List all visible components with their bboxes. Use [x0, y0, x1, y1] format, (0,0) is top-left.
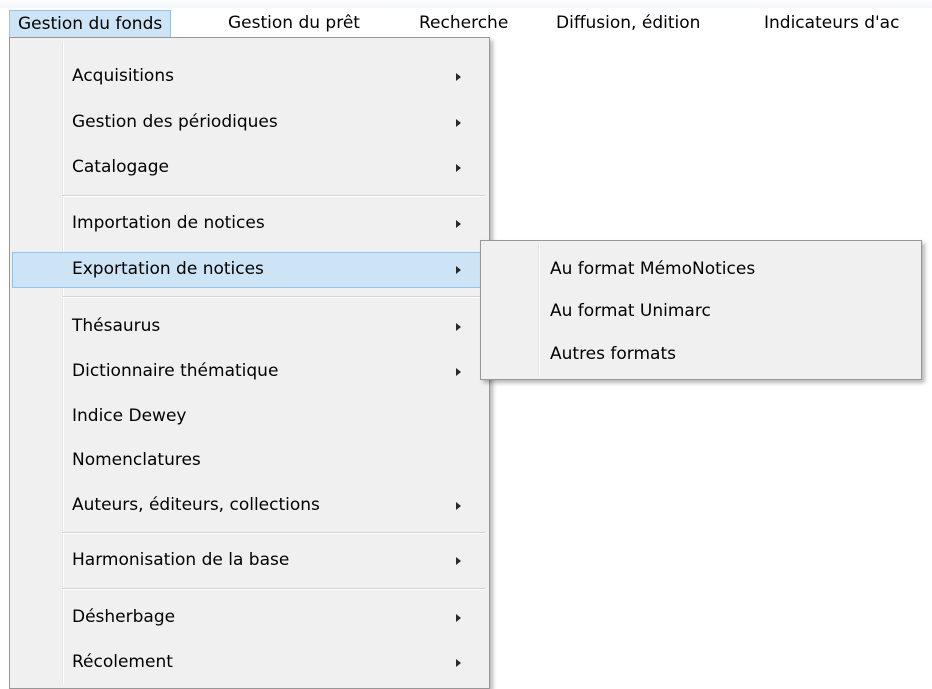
- menu-item-thesaurus[interactable]: Thésaurus: [12, 309, 487, 345]
- menu-item-label: Nomenclatures: [72, 450, 201, 470]
- menu-item-label: Exportation de notices: [72, 259, 264, 279]
- menu-item-label: Importation de notices: [72, 213, 265, 233]
- menu-item-acquisitions[interactable]: Acquisitions: [12, 59, 487, 95]
- menu-item-auteurs-editeurs-collections[interactable]: Auteurs, éditeurs, collections: [12, 488, 487, 524]
- menu-indicateurs[interactable]: Indicateurs d'ac: [755, 10, 908, 37]
- submenu-item-autres-formats[interactable]: Autres formats: [483, 337, 919, 373]
- menu-separator: [62, 195, 485, 197]
- menu-separator: [62, 532, 485, 534]
- menu-gestion-du-pret[interactable]: Gestion du prêt: [219, 10, 369, 37]
- menu-item-gestion-des-periodiques[interactable]: Gestion des périodiques: [12, 105, 487, 141]
- menu-item-exportation-de-notices[interactable]: Exportation de notices: [12, 252, 487, 288]
- menu-item-harmonisation-de-la-base[interactable]: Harmonisation de la base: [12, 543, 487, 579]
- menu-item-label: Désherbage: [72, 607, 176, 627]
- menu-item-label: Acquisitions: [72, 66, 174, 86]
- menu-item-label: Dictionnaire thématique: [72, 361, 279, 381]
- chevron-right-icon: [456, 266, 461, 274]
- chevron-right-icon: [456, 119, 461, 127]
- menu-item-desherbage[interactable]: Désherbage: [12, 600, 487, 636]
- menu-item-label: Récolement: [72, 652, 173, 672]
- menu-item-label: Catalogage: [72, 157, 169, 177]
- menu-separator: [62, 588, 485, 590]
- menu-separator: [62, 296, 485, 298]
- menu-item-dictionnaire-thematique[interactable]: Dictionnaire thématique: [12, 354, 487, 390]
- submenu-item-label: Autres formats: [550, 344, 676, 364]
- exportation-submenu: Au format MémoNotices Au format Unimarc …: [480, 240, 922, 380]
- menu-item-importation-de-notices[interactable]: Importation de notices: [12, 206, 487, 242]
- menu-diffusion-edition[interactable]: Diffusion, édition: [547, 10, 709, 37]
- menu-item-label: Gestion des périodiques: [72, 112, 278, 132]
- chevron-right-icon: [456, 502, 461, 510]
- chevron-right-icon: [456, 614, 461, 622]
- chevron-right-icon: [456, 164, 461, 172]
- menu-item-nomenclatures[interactable]: Nomenclatures: [12, 443, 487, 479]
- menu-item-label: Auteurs, éditeurs, collections: [72, 495, 320, 515]
- menu-bar: Gestion du fonds Gestion du prêt Recherc…: [0, 0, 932, 37]
- chevron-right-icon: [456, 73, 461, 81]
- menu-item-label: Harmonisation de la base: [72, 550, 290, 570]
- chevron-right-icon: [456, 220, 461, 228]
- chevron-right-icon: [456, 557, 461, 565]
- gestion-du-fonds-menu: Acquisitions Gestion des périodiques Cat…: [9, 37, 490, 689]
- submenu-item-label: Au format Unimarc: [550, 301, 711, 321]
- chevron-right-icon: [456, 368, 461, 376]
- menu-item-label: Indice Dewey: [72, 406, 187, 426]
- menu-gestion-du-fonds[interactable]: Gestion du fonds: [9, 10, 172, 37]
- menu-recherche[interactable]: Recherche: [410, 10, 517, 37]
- chevron-right-icon: [456, 323, 461, 331]
- submenu-item-format-unimarc[interactable]: Au format Unimarc: [483, 294, 919, 330]
- chevron-right-icon: [456, 659, 461, 667]
- submenu-item-label: Au format MémoNotices: [550, 259, 756, 279]
- menu-item-label: Thésaurus: [72, 316, 161, 336]
- menu-item-catalogage[interactable]: Catalogage: [12, 150, 487, 186]
- menu-item-indice-dewey[interactable]: Indice Dewey: [12, 399, 487, 435]
- submenu-item-format-memonotices[interactable]: Au format MémoNotices: [483, 252, 919, 288]
- menu-item-recolement[interactable]: Récolement: [12, 645, 487, 681]
